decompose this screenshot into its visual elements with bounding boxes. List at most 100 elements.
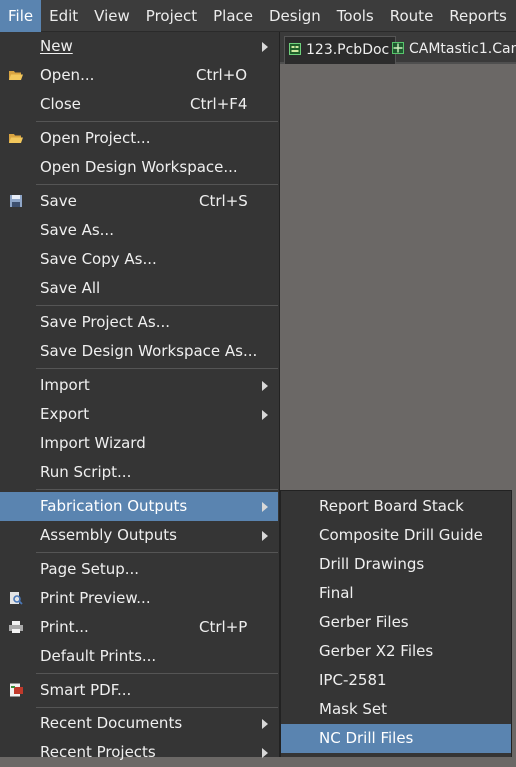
menu-item-save[interactable]: Save Ctrl+S xyxy=(0,187,278,216)
shortcut-label: Ctrl+P xyxy=(199,618,248,636)
menu-route[interactable]: Route xyxy=(382,0,442,32)
folder-open-icon xyxy=(9,71,23,80)
fabrication-outputs-submenu: Report Board Stack Composite Drill Guide… xyxy=(280,490,512,757)
menu-separator xyxy=(36,305,278,306)
submenu-item-gerber-files[interactable]: Gerber Files xyxy=(281,608,511,637)
shortcut-label: Ctrl+F4 xyxy=(190,95,248,113)
menu-item-label: Save All xyxy=(40,279,101,297)
submenu-arrow-icon xyxy=(262,719,268,729)
submenu-arrow-icon xyxy=(262,531,268,541)
menu-item-label: Recent Projects xyxy=(40,743,156,761)
menu-item-smart-pdf[interactable]: Smart PDF... xyxy=(0,676,278,705)
menu-item-label: Report Board Stack xyxy=(319,497,464,515)
menu-item-recent-projects[interactable]: Recent Projects xyxy=(0,738,278,767)
menu-item-label: Save As... xyxy=(40,221,114,239)
submenu-arrow-icon xyxy=(262,381,268,391)
menu-item-save-as[interactable]: Save As... xyxy=(0,216,278,245)
menu-item-print-preview[interactable]: Print Preview... xyxy=(0,584,278,613)
menu-item-label: Smart PDF... xyxy=(40,681,132,699)
tab-123-pcbdoc[interactable]: 123.PcbDoc xyxy=(284,36,397,64)
submenu-item-nc-drill-files[interactable]: NC Drill Files xyxy=(281,724,511,753)
shortcut-label: Ctrl+O xyxy=(196,66,248,84)
menu-item-label: New xyxy=(40,37,73,55)
menu-item-label: Fabrication Outputs xyxy=(40,497,188,515)
menu-item-label: NC Drill Files xyxy=(319,729,414,747)
menu-item-export[interactable]: Export xyxy=(0,400,278,429)
menu-item-label: Drill Drawings xyxy=(319,555,425,573)
menu-item-save-copy-as[interactable]: Save Copy As... xyxy=(0,245,278,274)
submenu-arrow-icon xyxy=(262,42,268,52)
submenu-item-mask-set[interactable]: Mask Set xyxy=(281,695,511,724)
cam-document-icon xyxy=(392,42,404,54)
menu-file[interactable]: File xyxy=(0,0,42,32)
menu-item-label: Page Setup... xyxy=(40,560,140,578)
menu-item-fabrication-outputs[interactable]: Fabrication Outputs xyxy=(0,492,278,521)
tab-camtastic1-cam[interactable]: CAMtastic1.Cam xyxy=(392,36,516,64)
menu-reports[interactable]: Reports xyxy=(441,0,515,32)
menu-item-import[interactable]: Import xyxy=(0,371,278,400)
menu-item-import-wizard[interactable]: Import Wizard xyxy=(0,429,278,458)
menu-item-label: Assembly Outputs xyxy=(40,526,177,544)
menu-separator xyxy=(36,707,278,708)
menu-item-label: Composite Drill Guide xyxy=(319,526,483,544)
menu-item-print[interactable]: Print... Ctrl+P xyxy=(0,613,278,642)
menu-separator xyxy=(36,489,278,490)
menu-item-recent-documents[interactable]: Recent Documents xyxy=(0,709,278,738)
submenu-item-gerber-x2-files[interactable]: Gerber X2 Files xyxy=(281,637,511,666)
menu-item-new[interactable]: New xyxy=(0,32,278,61)
menu-item-assembly-outputs[interactable]: Assembly Outputs xyxy=(0,521,278,550)
menu-item-label: IPC-2581 xyxy=(319,671,387,689)
menu-item-label: Default Prints... xyxy=(40,647,157,665)
submenu-item-final[interactable]: Final xyxy=(281,579,511,608)
shortcut-label: Ctrl+S xyxy=(199,192,248,210)
menu-place[interactable]: Place xyxy=(205,0,261,32)
tab-label: 123.PcbDoc xyxy=(306,42,390,58)
menu-view[interactable]: View xyxy=(86,0,138,32)
menu-edit[interactable]: Edit xyxy=(41,0,86,32)
submenu-item-composite-drill-guide[interactable]: Composite Drill Guide xyxy=(281,521,511,550)
menu-item-label: Save Copy As... xyxy=(40,250,157,268)
pcb-document-icon xyxy=(289,43,301,55)
menu-item-label: Mask Set xyxy=(319,700,388,718)
menu-tools[interactable]: Tools xyxy=(329,0,382,32)
menu-item-label: Close xyxy=(40,95,81,113)
tab-label: CAMtastic1.Cam xyxy=(409,41,516,57)
menu-separator xyxy=(36,552,278,553)
menu-item-default-prints[interactable]: Default Prints... xyxy=(0,642,278,671)
menu-item-label: Print Preview... xyxy=(40,589,151,607)
menu-item-label: Save Project As... xyxy=(40,313,171,331)
menu-item-label: Save xyxy=(40,192,77,210)
menu-item-close[interactable]: Close Ctrl+F4 xyxy=(0,90,278,119)
menu-bar: File Edit View Project Place Design Tool… xyxy=(0,0,516,32)
menu-item-open[interactable]: Open... Ctrl+O xyxy=(0,61,278,90)
menu-separator xyxy=(36,673,278,674)
document-tab-bar: 123.PcbDoc CAMtastic1.Cam xyxy=(280,32,516,64)
menu-project[interactable]: Project xyxy=(138,0,205,32)
menu-item-save-design-workspace-as[interactable]: Save Design Workspace As... xyxy=(0,337,278,366)
menu-item-label: Open Project... xyxy=(40,129,151,147)
folder-open-icon xyxy=(9,134,23,143)
submenu-arrow-icon xyxy=(262,502,268,512)
menu-item-label: Import xyxy=(40,376,90,394)
menu-item-label: Gerber Files xyxy=(319,613,409,631)
submenu-arrow-icon xyxy=(262,410,268,420)
submenu-item-report-board-stack[interactable]: Report Board Stack xyxy=(281,492,511,521)
menu-item-open-design-workspace[interactable]: Open Design Workspace... xyxy=(0,153,278,182)
menu-item-label: Save Design Workspace As... xyxy=(40,342,258,360)
menu-item-page-setup[interactable]: Page Setup... xyxy=(0,555,278,584)
printer-icon xyxy=(9,621,23,633)
menu-item-label: Recent Documents xyxy=(40,714,183,732)
menu-item-label: Import Wizard xyxy=(40,434,146,452)
menu-item-save-all[interactable]: Save All xyxy=(0,274,278,303)
menu-design[interactable]: Design xyxy=(261,0,329,32)
pdf-icon xyxy=(10,683,23,697)
menu-item-save-project-as[interactable]: Save Project As... xyxy=(0,308,278,337)
menu-item-label: Final xyxy=(319,584,354,602)
menu-item-label: Gerber X2 Files xyxy=(319,642,434,660)
submenu-item-ipc-2581[interactable]: IPC-2581 xyxy=(281,666,511,695)
menu-item-run-script[interactable]: Run Script... xyxy=(0,458,278,487)
file-menu: New Open... Ctrl+O Close Ctrl+F4 Open Pr… xyxy=(0,32,280,761)
submenu-item-drill-drawings[interactable]: Drill Drawings xyxy=(281,550,511,579)
menu-separator xyxy=(36,184,278,185)
menu-item-open-project[interactable]: Open Project... xyxy=(0,124,278,153)
